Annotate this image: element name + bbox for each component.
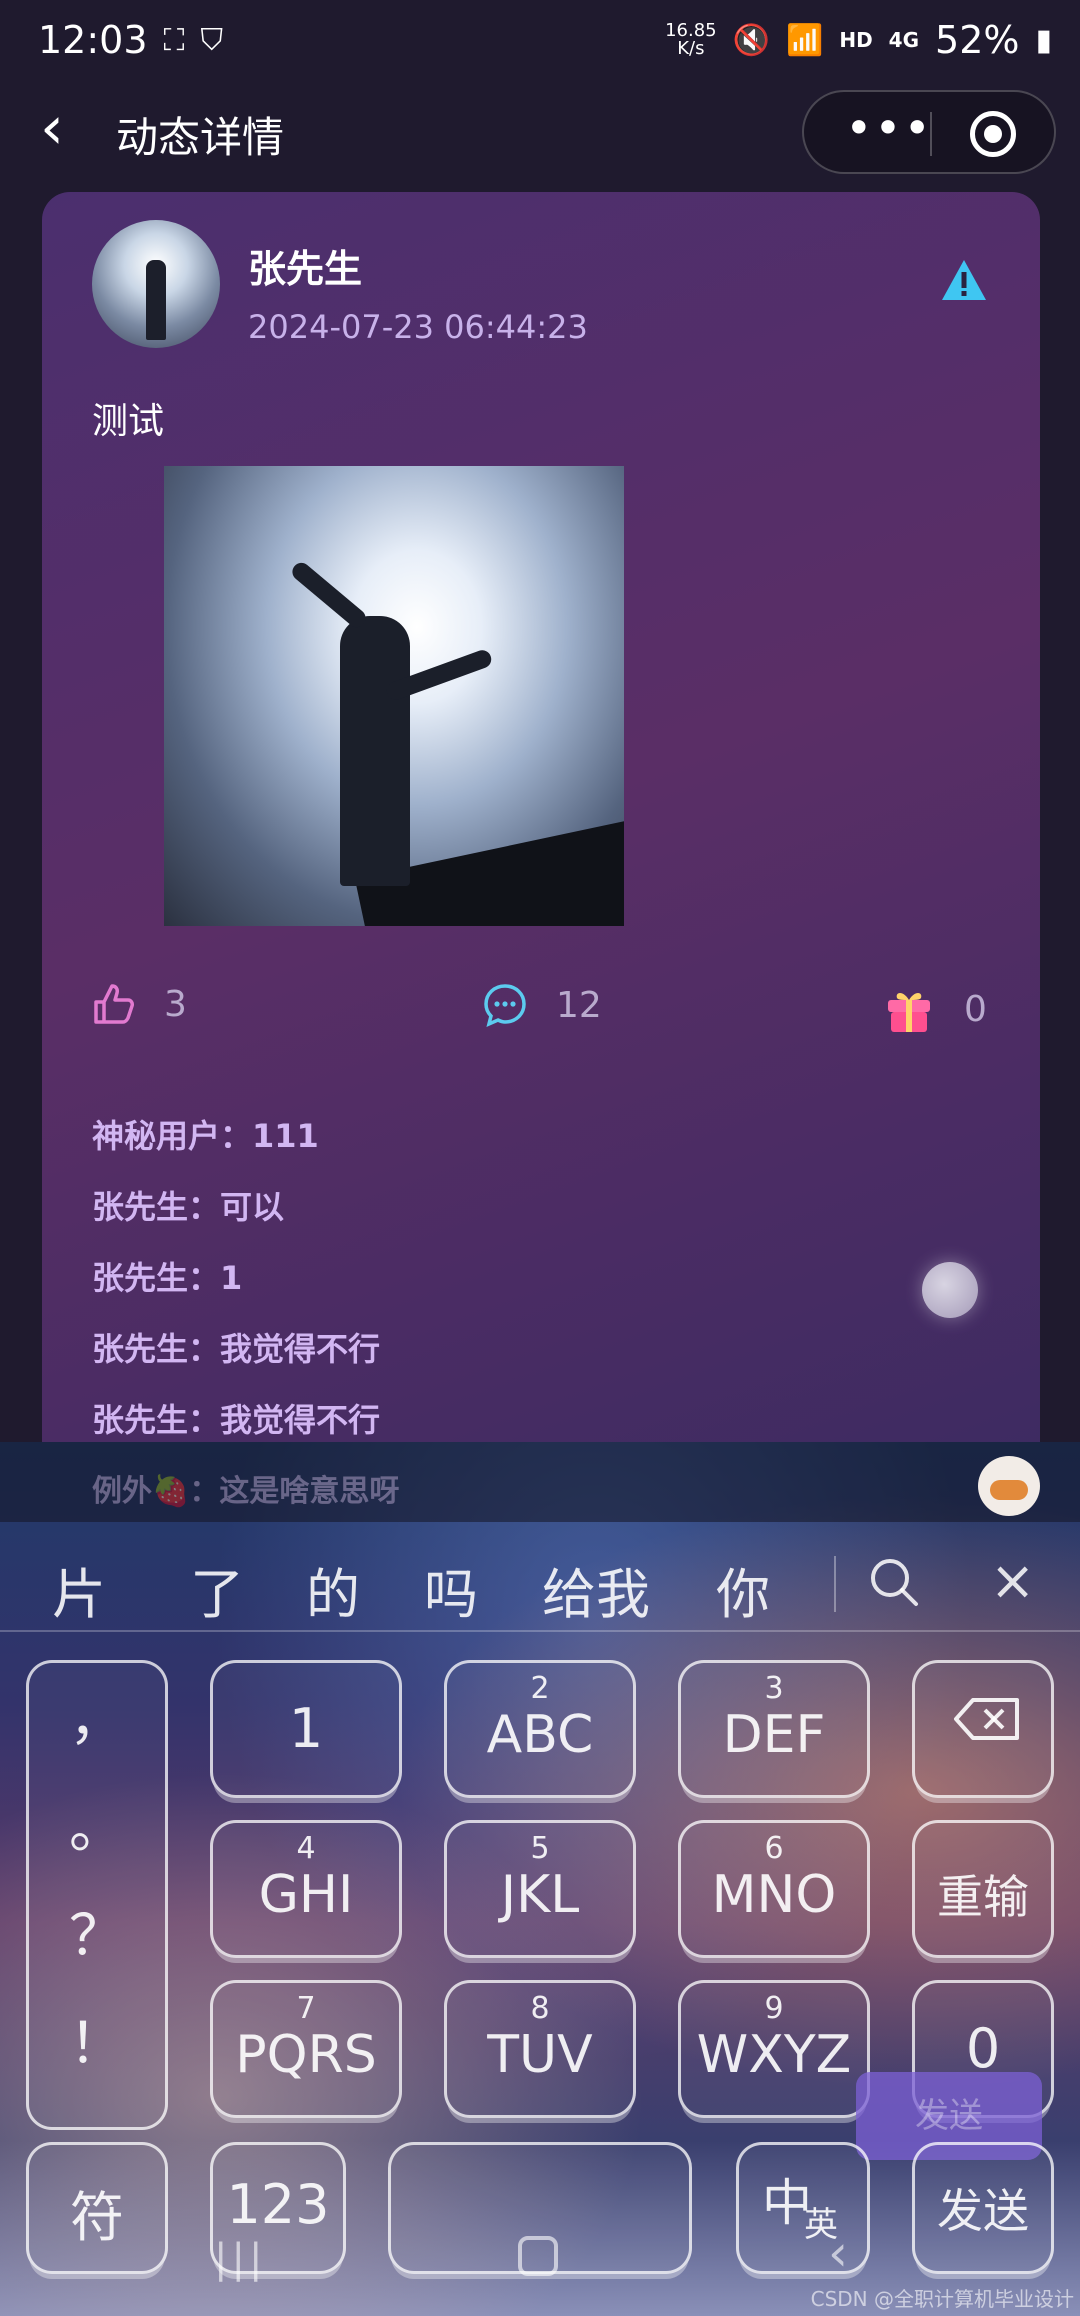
candidate-item[interactable]: 吗: [424, 1550, 478, 1629]
comment-item: 张先生：1: [92, 1259, 243, 1297]
candidate-item[interactable]: 片: [52, 1550, 106, 1629]
avatar[interactable]: [92, 220, 220, 348]
thumbs-up-icon: [94, 984, 134, 1024]
system-back-icon[interactable]: ‹: [828, 2224, 848, 2282]
network-speed: 16.85 K/s: [665, 20, 717, 59]
comment-item: 张先生：我觉得不行: [92, 1330, 381, 1368]
backspace-icon: [954, 1698, 1019, 1740]
punct-exclaim[interactable]: ！: [29, 1999, 165, 2080]
gift-count: 0: [964, 988, 987, 1030]
gift-button[interactable]: 0: [882, 982, 987, 1036]
comment-list: 神秘用户：111 张先生：可以 张先生：1 张先生：我觉得不行 张先生：我觉得不…: [92, 1112, 992, 1467]
battery-percent: 52%: [935, 18, 1020, 62]
punct-period[interactable]: 。: [29, 1783, 165, 1864]
key-5[interactable]: 5 JKL: [444, 1820, 636, 1958]
watermark: CSDN @全职计算机毕业设计: [810, 2287, 1074, 2311]
punct-comma[interactable]: ，: [29, 1675, 165, 1756]
back-icon[interactable]: ‹: [40, 98, 80, 162]
wifi-icon: 📶: [785, 22, 824, 58]
comment-count: 12: [556, 984, 602, 1026]
shield-icon: ⛉: [200, 22, 224, 58]
search-icon[interactable]: [868, 1556, 920, 1608]
clock: 12:03: [38, 18, 148, 62]
like-count: 3: [164, 983, 187, 1025]
post-timestamp: 2024-07-23 06:44:23: [248, 308, 588, 346]
status-bar: 12:03 ⛶ ⛉ 16.85 K/s 🔇 📶 HD 4G 52% ▮: [0, 0, 1080, 80]
hd-label: HD: [839, 28, 873, 52]
candidate-item[interactable]: 的: [306, 1550, 360, 1629]
report-warning-icon[interactable]: [940, 258, 988, 302]
candidate-bar: 片 了 的 吗 给我 你 ×: [0, 1532, 1080, 1632]
candidate-item[interactable]: 了: [190, 1550, 244, 1629]
battery-icon: ▮: [1035, 22, 1052, 58]
like-button[interactable]: 3: [92, 982, 187, 1026]
cell-signal-icon: 4G: [888, 28, 920, 52]
close-target-icon[interactable]: [970, 111, 1016, 157]
key-6[interactable]: 6 MNO: [678, 1820, 870, 1958]
nav-bar: ‹ 动态详情 •••: [0, 84, 1080, 180]
post-text: 测试: [92, 401, 165, 442]
reset-button[interactable]: 重输: [912, 1820, 1054, 1958]
post-actions: 3 12 0: [42, 982, 1040, 1052]
comment-button[interactable]: 12: [482, 982, 602, 1028]
gift-icon: [888, 993, 930, 1032]
comment-item: 张先生：可以: [92, 1188, 285, 1226]
candidate-item[interactable]: 给我: [542, 1550, 650, 1629]
peek-comment: 例外🍓：这是啥意思呀: [92, 1474, 400, 1509]
key-1[interactable]: 1: [210, 1660, 402, 1798]
recent-apps-icon[interactable]: |||: [214, 2236, 266, 2282]
more-button[interactable]: •••: [834, 102, 944, 162]
post-image[interactable]: [164, 466, 624, 926]
ime-mascot-icon[interactable]: [978, 1456, 1040, 1516]
comment-bubble-icon: [484, 984, 526, 1028]
key-7[interactable]: 7 PQRS: [210, 1980, 402, 2118]
key-3[interactable]: 3 DEF: [678, 1660, 870, 1798]
mute-icon: 🔇: [732, 22, 770, 58]
ime-keyboard: 例外🍓：这是啥意思呀 片 了 的 吗 给我 你 × ， 。 ？ ！ 1 2 AB…: [0, 1442, 1080, 2316]
system-nav-bar: ||| ‹: [0, 2196, 1080, 2296]
delete-button[interactable]: [912, 1660, 1054, 1798]
comment-item: 神秘用户：111: [92, 1117, 319, 1155]
candidate-item[interactable]: 你: [716, 1550, 770, 1629]
key-2[interactable]: 2 ABC: [444, 1660, 636, 1798]
punctuation-column[interactable]: ， 。 ？ ！: [26, 1660, 168, 2130]
keyboard-toolbar: 例外🍓：这是啥意思呀: [0, 1442, 1080, 1522]
punct-question[interactable]: ？: [29, 1891, 165, 1972]
key-9[interactable]: 9 WXYZ: [678, 1980, 870, 2118]
miniprogram-capsule: •••: [802, 90, 1056, 174]
page-title: 动态详情: [116, 113, 285, 162]
floating-assist-ball[interactable]: [922, 1262, 978, 1318]
close-icon[interactable]: ×: [990, 1554, 1035, 1608]
screenshot-icon: ⛶: [163, 22, 185, 58]
home-icon[interactable]: [518, 2236, 558, 2276]
capsule-divider: [930, 112, 932, 156]
key-8[interactable]: 8 TUV: [444, 1980, 636, 2118]
author-name: 张先生: [248, 247, 363, 291]
key-4[interactable]: 4 GHI: [210, 1820, 402, 1958]
